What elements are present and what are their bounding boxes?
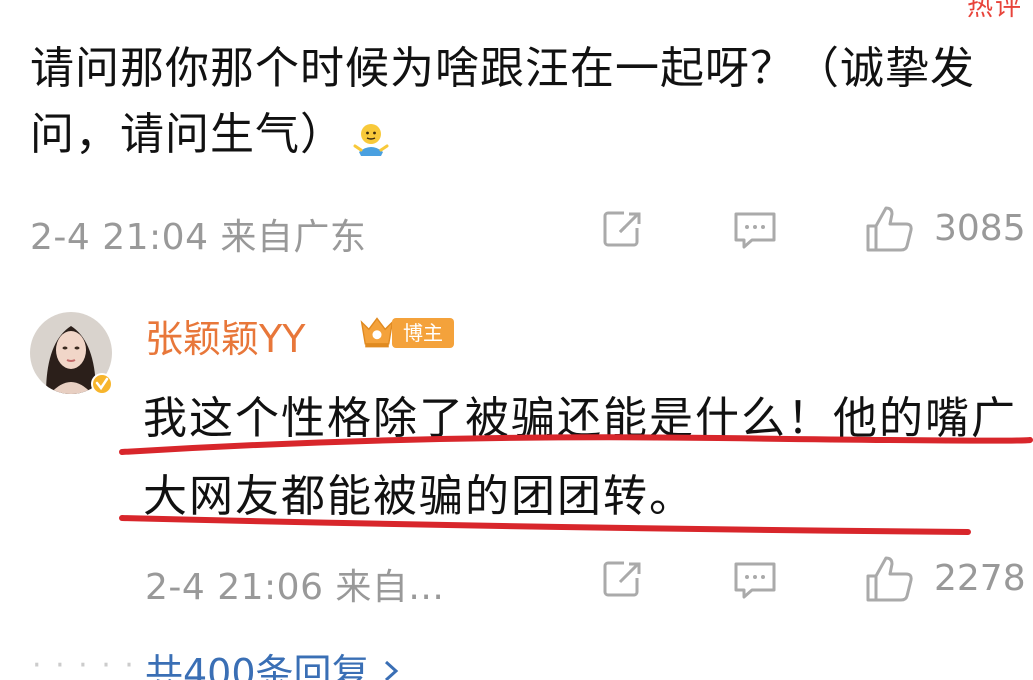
red-underline-1 <box>119 434 1033 455</box>
dotted-divider: · · · · · <box>32 648 136 680</box>
top-cropped-label: 热评 <box>966 0 1023 22</box>
reply-meta: 2-4 21:06 来自... 2278 <box>0 550 1033 610</box>
blogger-badge: 博主 <box>392 318 454 348</box>
reply-username[interactable]: 张颖颖YY <box>145 308 305 363</box>
comment-icon[interactable] <box>730 204 780 254</box>
avatar[interactable] <box>30 312 113 395</box>
parent-comment-timestamp: 2-4 21:04 来自广东 <box>30 217 367 258</box>
more-replies-row[interactable]: · · · · · 共400条回复 <box>0 640 1033 680</box>
thumbs-up-icon[interactable] <box>862 204 913 254</box>
parent-comment-meta: 2-4 21:04 来自广东 3085 <box>0 200 1033 260</box>
weibo-comment-screen: 热评 请问那你那个时候为啥跟汪在一起呀？（诚挚发问，请问生气） 2-4 21:0… <box>0 0 1033 680</box>
verified-icon <box>91 373 113 395</box>
red-underline-2 <box>119 515 971 535</box>
more-replies-label: 共400条回复 <box>145 651 370 680</box>
parent-like-count: 3085 <box>934 208 1026 249</box>
share-icon[interactable] <box>598 204 648 254</box>
reply-timestamp: 2-4 21:06 来自... <box>145 567 445 608</box>
comment-icon[interactable] <box>730 554 780 604</box>
share-icon[interactable] <box>598 554 648 604</box>
parent-comment-body: 请问那你那个时候为啥跟汪在一起呀？（诚挚发问，请问生气） <box>30 36 1033 168</box>
shrug-emoji-icon <box>351 113 391 156</box>
more-replies-link[interactable]: 共400条回复 <box>145 642 406 680</box>
parent-comment-text: 请问那你那个时候为啥跟汪在一起呀？（诚挚发问，请问生气） <box>30 43 975 160</box>
reply-like-count: 2278 <box>934 558 1026 599</box>
chevron-right-icon <box>382 651 406 680</box>
thumbs-up-icon[interactable] <box>862 554 913 604</box>
